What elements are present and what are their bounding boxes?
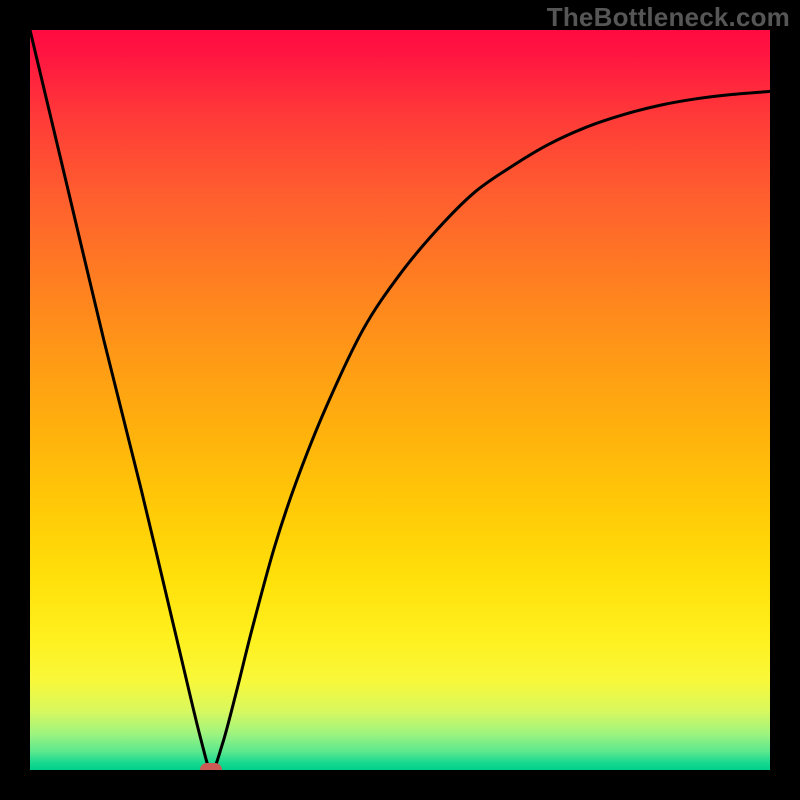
watermark-text: TheBottleneck.com — [547, 2, 790, 33]
optimum-marker — [200, 763, 222, 770]
plot-area — [30, 30, 770, 770]
bottleneck-curve — [30, 30, 770, 770]
chart-frame: TheBottleneck.com — [0, 0, 800, 800]
